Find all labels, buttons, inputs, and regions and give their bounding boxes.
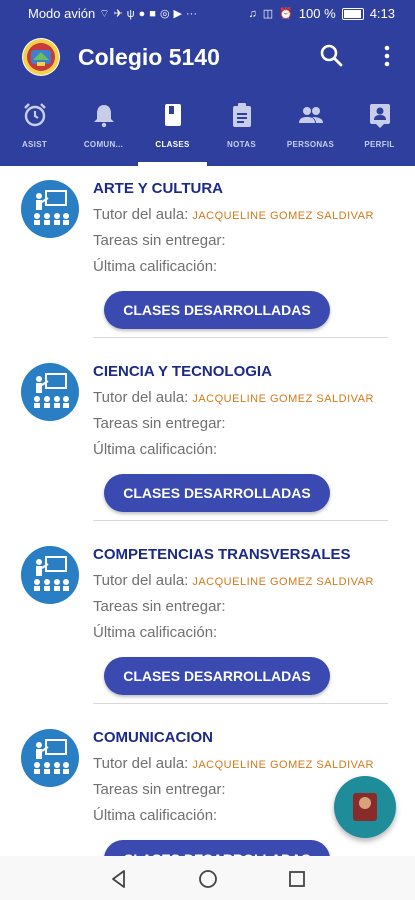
teacher-board-icon bbox=[34, 739, 69, 774]
classes-developed-button[interactable]: CLASES DESARROLLADAS bbox=[104, 840, 330, 856]
class-card-competencias: COMPETENCIAS TRANSVERSALES Tutor del aul… bbox=[0, 532, 415, 715]
pending-tasks-label: Tareas sin entregar: bbox=[93, 598, 226, 615]
tutor-name: JACQUELINE GOMEZ SALDIVAR bbox=[192, 210, 374, 222]
subject-title: COMUNICACION bbox=[93, 729, 213, 746]
tab-bar: ASIST COMUN... CLASES NOTAS PERSONAS PER… bbox=[0, 88, 415, 166]
wifi-icon: ⌔ bbox=[99, 7, 110, 20]
subject-title: COMPETENCIAS TRANSVERSALES bbox=[93, 546, 351, 563]
more-options-button[interactable] bbox=[375, 42, 399, 70]
subject-title: CIENCIA Y TECNOLOGIA bbox=[93, 363, 272, 380]
last-grade-label: Última calificación: bbox=[93, 258, 218, 275]
pending-tasks-label: Tareas sin entregar: bbox=[93, 232, 226, 249]
tab-label: NOTAS bbox=[227, 140, 256, 149]
tutor-label: Tutor del aula: bbox=[93, 389, 189, 406]
tab-clases[interactable]: CLASES bbox=[138, 88, 207, 166]
tab-notas[interactable]: NOTAS bbox=[207, 88, 276, 166]
tab-perfil[interactable]: PERFIL bbox=[345, 88, 414, 166]
notification-icon: ● bbox=[138, 7, 146, 20]
system-nav-bar bbox=[0, 856, 415, 900]
instagram-icon: ◎ bbox=[159, 7, 170, 20]
app-bar: Colegio 5140 bbox=[0, 28, 415, 88]
book-icon bbox=[165, 104, 181, 126]
search-button[interactable] bbox=[318, 42, 346, 70]
status-left: Modo avión ⌔ ✈ ψ ● ■ ◎ ▶ ··· bbox=[28, 6, 197, 21]
clipboard-icon bbox=[233, 103, 251, 127]
tab-comunicados[interactable]: COMUN... bbox=[69, 88, 138, 166]
vibrate-icon: ◫ bbox=[262, 7, 274, 20]
youtube-icon: ▶ bbox=[173, 7, 183, 20]
battery-percent: 100 % bbox=[298, 6, 336, 21]
divider bbox=[93, 520, 388, 521]
airplane-mode-text: Modo avión bbox=[28, 6, 96, 21]
tutor-label: Tutor del aula: bbox=[93, 572, 189, 589]
tab-personas[interactable]: PERSONAS bbox=[276, 88, 345, 166]
tutor-row: Tutor del aula: JACQUELINE GOMEZ SALDIVAR bbox=[93, 755, 374, 772]
usb-icon: ψ bbox=[126, 7, 135, 20]
profile-card-icon bbox=[370, 104, 390, 128]
tab-label: PERFIL bbox=[364, 140, 395, 149]
alarm-clock-icon bbox=[24, 103, 46, 127]
teacher-board-icon bbox=[34, 556, 69, 591]
tutor-row: Tutor del aula: JACQUELINE GOMEZ SALDIVAR bbox=[93, 206, 374, 223]
school-logo[interactable] bbox=[22, 38, 60, 76]
tutor-label: Tutor del aula: bbox=[93, 206, 189, 223]
class-card-ciencia: CIENCIA Y TECNOLOGIA Tutor del aula: JACQ… bbox=[0, 349, 415, 532]
more-notifications-icon: ··· bbox=[186, 7, 198, 20]
class-avatar bbox=[21, 180, 79, 238]
tutor-label: Tutor del aula: bbox=[93, 755, 189, 772]
airplane-icon: ✈ bbox=[113, 7, 123, 20]
recent-apps-icon[interactable] bbox=[286, 868, 308, 890]
status-bar: Modo avión ⌔ ✈ ψ ● ■ ◎ ▶ ··· ♫ ◫ ⏰ 100 %… bbox=[0, 0, 415, 28]
back-icon[interactable] bbox=[108, 868, 130, 890]
last-grade-label: Última calificación: bbox=[93, 441, 218, 458]
search-icon bbox=[320, 44, 343, 67]
classes-developed-button[interactable]: CLASES DESARROLLADAS bbox=[104, 291, 330, 329]
tab-label: COMUN... bbox=[83, 140, 124, 149]
bell-icon bbox=[94, 105, 114, 128]
tutor-row: Tutor del aula: JACQUELINE GOMEZ SALDIVAR bbox=[93, 572, 374, 589]
user-photo-icon bbox=[353, 793, 377, 821]
alarm-icon: ⏰ bbox=[279, 7, 293, 20]
classes-developed-button[interactable]: CLASES DESARROLLADAS bbox=[104, 657, 330, 695]
app-title: Colegio 5140 bbox=[78, 44, 220, 70]
headphones-icon: ♫ bbox=[248, 7, 257, 20]
class-avatar bbox=[21, 363, 79, 421]
pending-tasks-label: Tareas sin entregar: bbox=[93, 415, 226, 432]
battery-icon bbox=[341, 7, 364, 20]
tutor-name: JACQUELINE GOMEZ SALDIVAR bbox=[192, 759, 374, 771]
divider bbox=[93, 337, 388, 338]
teacher-board-icon bbox=[34, 190, 69, 225]
tab-label: ASIST bbox=[21, 140, 48, 149]
divider bbox=[93, 703, 388, 704]
tutor-name: JACQUELINE GOMEZ SALDIVAR bbox=[192, 576, 374, 588]
last-grade-label: Última calificación: bbox=[93, 624, 218, 641]
more-vert-icon bbox=[384, 45, 390, 67]
teacher-board-icon bbox=[34, 373, 69, 408]
subject-title: ARTE Y CULTURA bbox=[93, 180, 224, 197]
pending-tasks-label: Tareas sin entregar: bbox=[93, 781, 226, 798]
clock: 4:13 bbox=[369, 6, 395, 21]
class-avatar bbox=[21, 546, 79, 604]
tab-asist[interactable]: ASIST bbox=[0, 88, 69, 166]
app-notification-icon: ■ bbox=[149, 7, 156, 20]
tutor-name: JACQUELINE GOMEZ SALDIVAR bbox=[192, 393, 374, 405]
chat-fab-button[interactable] bbox=[334, 776, 396, 838]
class-avatar bbox=[21, 729, 79, 787]
tutor-row: Tutor del aula: JACQUELINE GOMEZ SALDIVAR bbox=[93, 389, 374, 406]
status-right: ♫ ◫ ⏰ 100 % 4:13 bbox=[248, 6, 395, 21]
people-icon bbox=[299, 107, 323, 123]
tab-label: CLASES bbox=[155, 140, 190, 149]
tab-label: PERSONAS bbox=[286, 140, 335, 149]
last-grade-label: Última calificación: bbox=[93, 807, 218, 824]
class-card-arte: ARTE Y CULTURA Tutor del aula: JACQUELINE… bbox=[0, 166, 415, 349]
classes-list[interactable]: ARTE Y CULTURA Tutor del aula: JACQUELINE… bbox=[0, 166, 415, 856]
classes-developed-button[interactable]: CLASES DESARROLLADAS bbox=[104, 474, 330, 512]
home-icon[interactable] bbox=[197, 868, 219, 890]
